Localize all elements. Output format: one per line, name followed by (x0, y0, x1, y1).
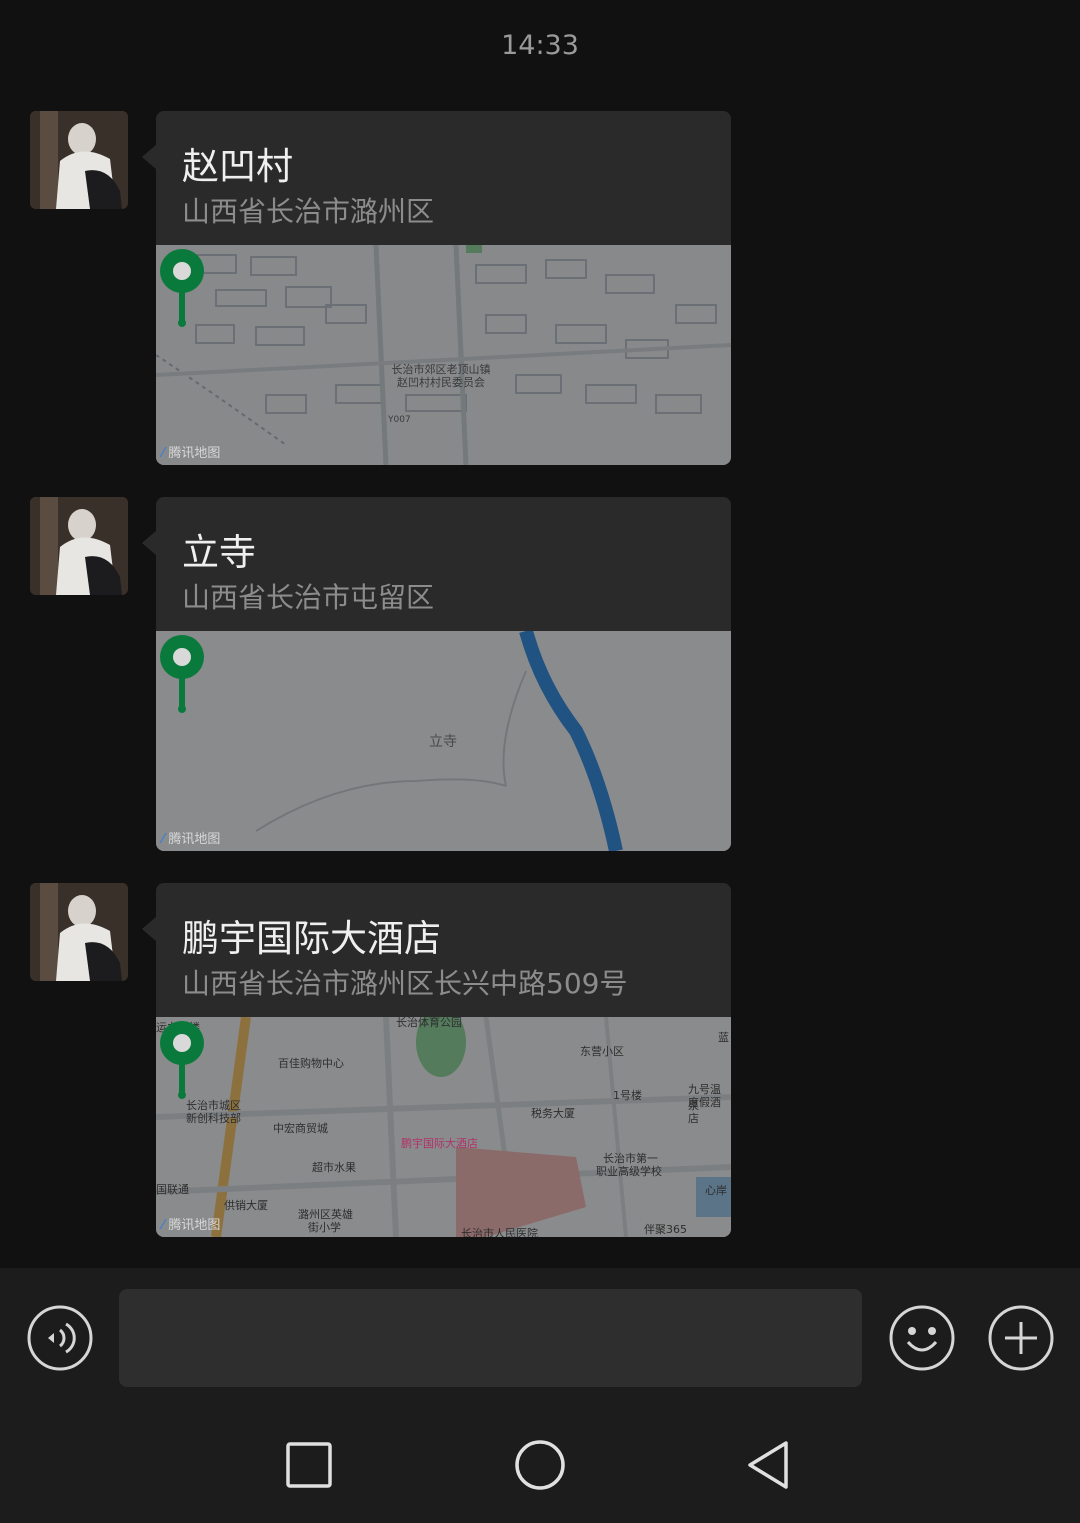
location-pin-icon (160, 249, 204, 327)
emoji-icon[interactable] (888, 1304, 956, 1372)
location-address: 山西省长治市潞州区长兴中路509号 (182, 967, 628, 1000)
bubble-tail (142, 917, 156, 941)
tencent-map-icon: ⁄ (162, 832, 165, 847)
chat-input-bar (0, 1268, 1080, 1408)
location-address: 山西省长治市潞州区 (182, 195, 435, 228)
avatar[interactable] (30, 497, 128, 595)
location-title: 赵凹村 (182, 145, 293, 188)
chat-message-location[interactable]: 鹏宇国际大酒店 山西省长治市潞州区长兴中路509号 运办公楼 长治体育公园 百佳… (0, 883, 1080, 1239)
status-time: 14:33 (501, 30, 579, 61)
location-card[interactable]: 立寺 山西省长治市屯留区 立寺 ⁄ 腾讯地图 (156, 497, 731, 851)
location-title: 鹏宇国际大酒店 (182, 917, 441, 960)
avatar[interactable] (30, 111, 128, 209)
voice-icon[interactable] (26, 1304, 94, 1372)
map-preview[interactable]: 立寺 ⁄ 腾讯地图 (156, 631, 731, 851)
road-label: Y007 (388, 415, 411, 425)
location-card[interactable]: 鹏宇国际大酒店 山西省长治市潞州区长兴中路509号 运办公楼 长治体育公园 百佳… (156, 883, 731, 1237)
map-poi-labels: 运办公楼 长治体育公园 百佳购物中心 东营小区 长治市城区 新创科技部 1号楼 … (156, 1017, 729, 1237)
square-icon[interactable] (280, 1436, 338, 1494)
map-label: 立寺 (429, 734, 457, 750)
circle-icon[interactable] (511, 1436, 569, 1494)
location-address: 山西省长治市屯留区 (182, 581, 435, 614)
map-brand: ⁄ 腾讯地图 (162, 832, 221, 847)
location-card[interactable]: 赵凹村 山西省长治市潞州区 长治市郊区老顶山镇 赵凹村村民委员会 Y007 ⁄ … (156, 111, 731, 465)
location-title: 立寺 (182, 531, 256, 574)
tencent-map-icon: ⁄ (162, 446, 165, 461)
avatar[interactable] (30, 883, 128, 981)
tencent-map-icon: ⁄ (162, 1218, 165, 1233)
map-preview[interactable]: 长治市郊区老顶山镇 赵凹村村民委员会 Y007 ⁄ 腾讯地图 (156, 245, 731, 465)
bubble-tail (142, 531, 156, 555)
location-pin-icon (160, 635, 204, 713)
triangle-back-icon[interactable] (740, 1436, 798, 1494)
bubble-tail (142, 145, 156, 169)
location-pin-icon (160, 1021, 204, 1099)
message-input[interactable] (119, 1289, 862, 1387)
chat-message-location[interactable]: 立寺 山西省长治市屯留区 立寺 ⁄ 腾讯地图 (0, 497, 1080, 853)
plus-icon[interactable] (987, 1304, 1055, 1372)
map-brand: ⁄ 腾讯地图 (162, 1218, 221, 1233)
map-preview[interactable]: 运办公楼 长治体育公园 百佳购物中心 东营小区 长治市城区 新创科技部 1号楼 … (156, 1017, 731, 1237)
system-nav-bar (0, 1408, 1080, 1523)
map-label: 长治市郊区老顶山镇 赵凹村村民委员会 (391, 363, 491, 389)
map-brand: ⁄ 腾讯地图 (162, 446, 221, 461)
chat-message-location[interactable]: 赵凹村 山西省长治市潞州区 长治市郊区老顶山镇 赵凹村村民委员会 Y007 ⁄ … (0, 111, 1080, 467)
